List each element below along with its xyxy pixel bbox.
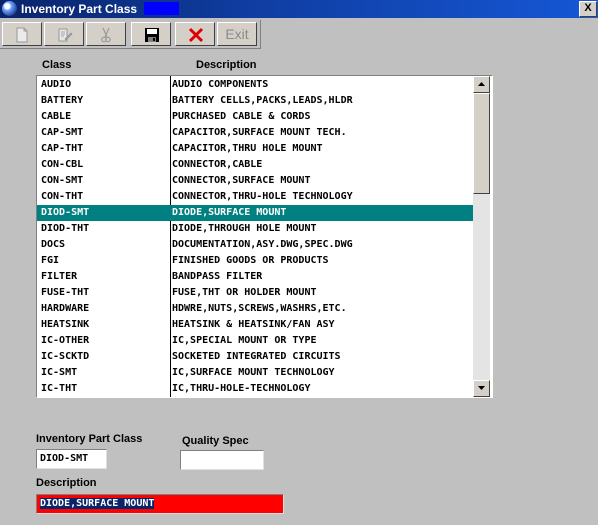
floppy-disk-icon (145, 28, 159, 42)
class-cell: IC-SMT (41, 367, 78, 378)
class-cell: AUDIO (41, 79, 72, 90)
table-row[interactable]: CON-THT CONNECTOR,THRU-HOLE TECHNOLOGY (37, 189, 473, 205)
red-x-icon (188, 27, 204, 43)
new-button[interactable] (2, 22, 42, 46)
description-cell: CAPACITOR,SURFACE MOUNT TECH. (172, 127, 347, 138)
class-cell: DIOD-THT (41, 223, 90, 234)
toolbar: Exit (0, 20, 261, 49)
table-row[interactable]: IC-THT IC,THRU-HOLE-TECHNOLOGY (37, 381, 473, 397)
title-indicator (144, 2, 179, 15)
description-cell: IC,THRU-HOLE-TECHNOLOGY (172, 383, 311, 394)
arrow-down-icon (478, 386, 485, 390)
scissors-icon (101, 27, 111, 43)
table-row[interactable]: DOCS DOCUMENTATION,ASY.DWG,SPEC.DWG (37, 237, 473, 253)
table-row[interactable]: IC-SCKTD SOCKETED INTEGRATED CIRCUITS (37, 349, 473, 365)
table-row[interactable]: IC-SMT IC,SURFACE MOUNT TECHNOLOGY (37, 365, 473, 381)
class-cell: IC-OTHER (41, 335, 90, 346)
table-row[interactable]: HARDWARE HDWRE,NUTS,SCREWS,WASHRS,ETC. (37, 301, 473, 317)
description-cell: CONNECTOR,SURFACE MOUNT (172, 175, 311, 186)
part-class-label: Inventory Part Class (36, 433, 143, 445)
class-cell: CON-THT (41, 191, 84, 202)
description-cell: HDWRE,NUTS,SCREWS,WASHRS,ETC. (172, 303, 347, 314)
class-cell: BATTERY (41, 95, 84, 106)
exit-label: Exit (225, 26, 249, 42)
table-row[interactable]: CABLE PURCHASED CABLE & CORDS (37, 109, 473, 125)
table-row[interactable]: CON-CBL CONNECTOR,CABLE (37, 157, 473, 173)
description-column-header: Description (196, 59, 257, 71)
description-cell: CAPACITOR,THRU HOLE MOUNT (172, 143, 323, 154)
cut-button[interactable] (86, 22, 126, 46)
new-document-icon (16, 27, 28, 43)
description-cell: PURCHASED CABLE & CORDS (172, 111, 311, 122)
description-cell: IC,SPECIAL MOUNT OR TYPE (172, 335, 317, 346)
class-cell: FGI (41, 255, 60, 266)
table-row[interactable]: CON-SMT CONNECTOR,SURFACE MOUNT (37, 173, 473, 189)
app-icon (2, 1, 17, 16)
description-field[interactable]: DIODE,SURFACE MOUNT (36, 494, 284, 514)
table-row[interactable]: DIOD-THT DIODE,THROUGH HOLE MOUNT (37, 221, 473, 237)
table-row[interactable]: CAP-SMT CAPACITOR,SURFACE MOUNT TECH. (37, 125, 473, 141)
description-cell: HEATSINK & HEATSINK/FAN ASY (172, 319, 335, 330)
description-cell: CONNECTOR,CABLE (172, 159, 263, 170)
description-cell: BANDPASS FILTER (172, 271, 263, 282)
class-cell: CON-CBL (41, 159, 84, 170)
grid-rows: AUDIO AUDIO COMPONENTS BATTERY BATTERY CELL… (37, 76, 473, 397)
class-cell: CON-SMT (41, 175, 84, 186)
table-row[interactable]: FGI FINISHED GOODS OR PRODUCTS (37, 253, 473, 269)
table-row[interactable]: DIOD-SMT DIODE,SURFACE MOUNT (37, 205, 473, 221)
class-cell: IC-SCKTD (41, 351, 90, 362)
class-cell: HARDWARE (41, 303, 90, 314)
description-cell: SOCKETED INTEGRATED CIRCUITS (172, 351, 341, 362)
edit-button[interactable] (44, 22, 84, 46)
window-title: Inventory Part Class (21, 2, 138, 16)
class-cell: FILTER (41, 271, 78, 282)
scroll-thumb[interactable] (473, 93, 490, 194)
scroll-up-button[interactable] (473, 76, 490, 93)
description-cell: FUSE,THT OR HOLDER MOUNT (172, 287, 317, 298)
description-label: Description (36, 477, 97, 489)
edit-icon (58, 28, 73, 42)
vertical-scrollbar[interactable] (473, 76, 490, 397)
exit-button[interactable]: Exit (217, 22, 257, 46)
save-button[interactable] (131, 22, 171, 46)
table-row[interactable]: HEATSINK HEATSINK & HEATSINK/FAN ASY (37, 317, 473, 333)
delete-button[interactable] (175, 22, 215, 46)
description-cell: AUDIO COMPONENTS (172, 79, 269, 90)
description-cell: DOCUMENTATION,ASY.DWG,SPEC.DWG (172, 239, 353, 250)
quality-spec-field[interactable] (180, 450, 264, 470)
class-cell: CABLE (41, 111, 72, 122)
class-cell: DIOD-SMT (41, 207, 90, 218)
part-class-grid[interactable]: AUDIO AUDIO COMPONENTS BATTERY BATTERY CELL… (36, 75, 493, 398)
class-cell: HEATSINK (41, 319, 90, 330)
table-row[interactable]: IC-OTHER IC,SPECIAL MOUNT OR TYPE (37, 333, 473, 349)
description-value: DIODE,SURFACE MOUNT (40, 498, 155, 509)
class-column-header: Class (42, 59, 72, 71)
close-button[interactable]: X (579, 1, 597, 17)
title-bar: Inventory Part Class X (0, 0, 598, 18)
description-cell: BATTERY CELLS,PACKS,LEADS,HLDR (172, 95, 353, 106)
table-row[interactable]: AUDIO AUDIO COMPONENTS (37, 77, 473, 93)
arrow-up-icon (478, 82, 485, 86)
class-cell: IC-THT (41, 383, 78, 394)
quality-spec-label: Quality Spec (182, 435, 249, 447)
description-cell: IC,SURFACE MOUNT TECHNOLOGY (172, 367, 335, 378)
description-cell: CONNECTOR,THRU-HOLE TECHNOLOGY (172, 191, 353, 202)
table-row[interactable]: BATTERY BATTERY CELLS,PACKS,LEADS,HLDR (37, 93, 473, 109)
class-cell: CAP-SMT (41, 127, 84, 138)
table-row[interactable]: FILTER BANDPASS FILTER (37, 269, 473, 285)
description-cell: DIODE,THROUGH HOLE MOUNT (172, 223, 317, 234)
class-cell: CAP-THT (41, 143, 84, 154)
class-cell: FUSE-THT (41, 287, 90, 298)
part-class-field[interactable]: DIOD-SMT (36, 449, 107, 469)
table-row[interactable]: FUSE-THT FUSE,THT OR HOLDER MOUNT (37, 285, 473, 301)
description-cell: DIODE,SURFACE MOUNT (172, 207, 287, 218)
class-cell: DOCS (41, 239, 66, 250)
table-row[interactable]: CAP-THT CAPACITOR,THRU HOLE MOUNT (37, 141, 473, 157)
scroll-down-button[interactable] (473, 380, 490, 397)
description-cell: FINISHED GOODS OR PRODUCTS (172, 255, 329, 266)
